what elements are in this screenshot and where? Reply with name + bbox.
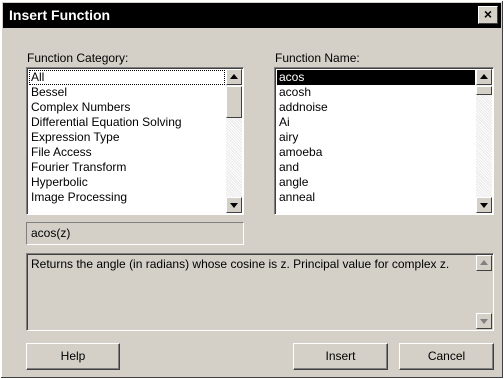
arrow-down-icon [230,203,238,208]
insert-function-dialog: Insert Function × Function Category: All… [0,0,504,379]
list-item[interactable]: Bessel [29,85,225,100]
function-signature: acos(z) [26,222,244,245]
scroll-down-button[interactable] [226,197,242,213]
dialog-title: Insert Function [9,7,111,23]
arrow-down-icon [480,319,488,324]
list-item[interactable]: acosh [277,85,475,100]
scroll-down-button[interactable] [476,313,492,329]
list-item[interactable]: angle [277,175,475,190]
list-item[interactable]: amoeba [277,145,475,160]
insert-button[interactable]: Insert [293,343,388,370]
function-description-box: Returns the angle (in radians) whose cos… [26,253,494,331]
arrow-down-icon [480,203,488,208]
list-item[interactable]: Expression Type [29,130,225,145]
title-bar[interactable]: Insert Function × [3,3,501,28]
list-item[interactable]: and [277,160,475,175]
list-item[interactable]: Ai [277,115,475,130]
list-item[interactable]: addnoise [277,100,475,115]
list-item[interactable]: acos [277,70,475,85]
scroll-thumb[interactable] [476,86,492,95]
cancel-button[interactable]: Cancel [399,343,494,370]
arrow-up-icon [480,260,488,265]
list-item[interactable]: All [29,70,225,85]
list-item[interactable]: Hyperbolic [29,175,225,190]
list-item[interactable]: Complex Numbers [29,100,225,115]
function-scrollbar[interactable] [476,69,492,213]
function-items: acos acosh addnoise Ai airy amoeba and a… [277,70,475,205]
help-button[interactable]: Help [26,343,120,370]
list-item[interactable]: Image Processing [29,190,225,205]
scroll-up-button[interactable] [476,255,492,271]
function-name-list[interactable]: acos acosh addnoise Ai airy amoeba and a… [274,67,494,215]
list-item[interactable]: File Access [29,145,225,160]
scroll-down-button[interactable] [476,197,492,213]
close-icon: × [483,6,493,22]
list-item[interactable]: anneal [277,190,475,205]
list-item[interactable]: Differential Equation Solving [29,115,225,130]
scroll-up-button[interactable] [226,69,242,85]
description-scrollbar[interactable] [476,255,492,329]
function-category-label: Function Category: [27,51,129,65]
scroll-up-button[interactable] [476,69,492,85]
list-item[interactable]: airy [277,130,475,145]
list-item[interactable]: Fourier Transform [29,160,225,175]
arrow-up-icon [230,74,238,79]
close-button[interactable]: × [478,6,498,24]
category-items: All Bessel Complex Numbers Differential … [29,70,225,205]
arrow-up-icon [480,74,488,79]
function-name-label: Function Name: [275,51,360,65]
scroll-thumb[interactable] [226,86,242,118]
function-category-list[interactable]: All Bessel Complex Numbers Differential … [26,67,244,215]
category-scrollbar[interactable] [226,69,242,213]
function-description: Returns the angle (in radians) whose cos… [31,257,450,271]
